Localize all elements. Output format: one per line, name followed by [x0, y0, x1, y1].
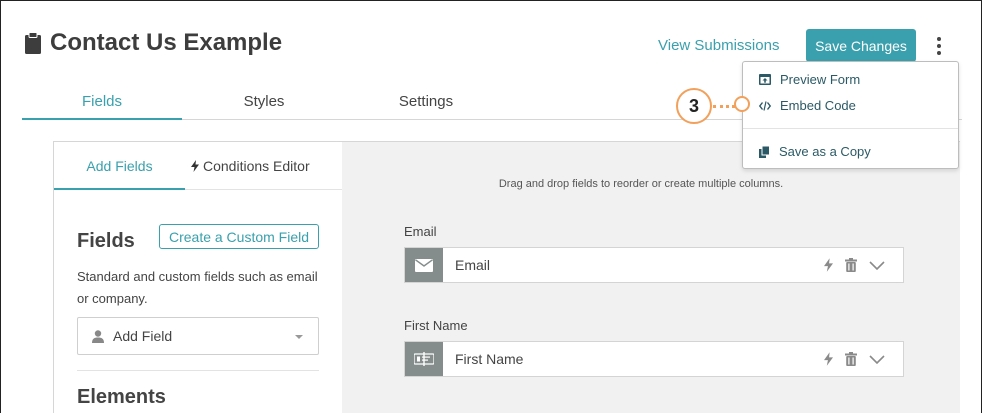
form-canvas: Drag and drop fields to reorder or creat…: [342, 141, 960, 413]
clipboard-icon: [25, 32, 41, 54]
menu-item-label: Save as a Copy: [779, 144, 871, 159]
app-frame: Contact Us Example View Submissions Save…: [0, 0, 982, 413]
tab-styles[interactable]: Styles: [184, 93, 344, 110]
options-menu: Preview Form Embed Code Save as a Copy: [742, 61, 959, 169]
tab-fields[interactable]: Fields: [22, 93, 182, 110]
envelope-icon: [405, 248, 443, 282]
trash-icon[interactable]: [845, 258, 857, 272]
add-field-select[interactable]: Add Field: [77, 317, 319, 355]
page-title: Contact Us Example: [24, 29, 282, 57]
code-icon: [759, 100, 771, 111]
form-field-email[interactable]: Email: [404, 247, 904, 283]
menu-item-label: Embed Code: [780, 98, 856, 113]
more-options-icon[interactable]: [931, 37, 947, 57]
field-label-email: Email: [404, 224, 437, 239]
tab-settings[interactable]: Settings: [346, 93, 506, 110]
create-custom-field-button[interactable]: Create a Custom Field: [159, 224, 319, 249]
chevron-down-icon[interactable]: [869, 354, 885, 364]
fields-description: Standard and custom fields such as email…: [77, 269, 318, 306]
field-name-email: Email: [455, 257, 491, 273]
add-fields-panel: Add Fields Conditions Editor Fields Crea…: [53, 141, 344, 413]
active-tab-indicator: [22, 118, 182, 120]
bolt-icon: [191, 160, 199, 172]
bolt-icon[interactable]: [824, 258, 833, 272]
elements-heading: Elements: [77, 386, 166, 408]
person-icon: [92, 329, 104, 343]
subtab-conditions-editor[interactable]: Conditions Editor: [191, 158, 310, 174]
elements-divider: [77, 370, 319, 371]
subtab-add-fields[interactable]: Add Fields: [54, 158, 185, 174]
field-label-first-name: First Name: [404, 318, 468, 333]
bolt-icon[interactable]: [824, 352, 833, 366]
copy-icon: [759, 145, 770, 158]
chevron-down-icon[interactable]: [869, 260, 885, 270]
menu-item-save-as-copy[interactable]: Save as a Copy: [759, 144, 871, 159]
menu-item-preview-form[interactable]: Preview Form: [759, 72, 860, 87]
active-subtab-indicator: [54, 188, 185, 190]
form-field-first-name[interactable]: First Name: [404, 341, 904, 377]
drag-hint: Drag and drop fields to reorder or creat…: [498, 178, 784, 190]
callout-connector: [713, 105, 735, 108]
page-title-text: Contact Us Example: [50, 29, 283, 56]
fields-heading: Fields: [77, 230, 135, 252]
trash-icon[interactable]: [845, 352, 857, 366]
field-name-first-name: First Name: [455, 351, 524, 367]
menu-divider: [743, 128, 958, 129]
add-field-label: Add Field: [113, 328, 173, 344]
menu-item-label: Preview Form: [780, 72, 861, 87]
menu-item-embed-code[interactable]: Embed Code: [759, 98, 856, 113]
view-submissions-link[interactable]: View Submissions: [658, 37, 779, 54]
name-card-icon: [405, 342, 443, 376]
subtab-conditions-label: Conditions Editor: [203, 158, 310, 174]
chevron-down-icon: [295, 335, 303, 339]
step-callout-badge: 3: [676, 88, 712, 124]
callout-target-ring: [734, 96, 750, 112]
preview-icon: [759, 74, 771, 85]
save-changes-button[interactable]: Save Changes: [806, 29, 916, 62]
